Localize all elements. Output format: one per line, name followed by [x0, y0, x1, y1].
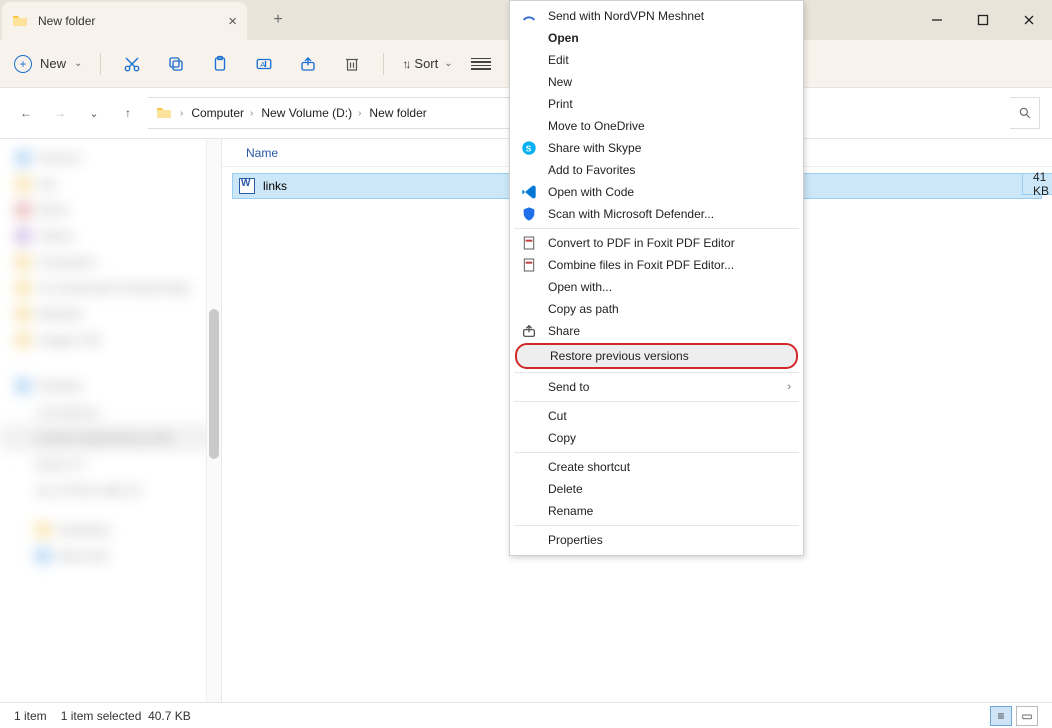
file-size: 41 KB — [1022, 173, 1052, 195]
sidebar-scrollbar[interactable] — [206, 139, 221, 708]
view-icon — [471, 58, 491, 70]
chevron-right-icon: › — [787, 381, 791, 393]
menu-separator — [514, 452, 799, 453]
menu-item-share[interactable]: Share — [510, 320, 803, 342]
icons-view-button[interactable]: ▭ — [1016, 706, 1038, 726]
breadcrumb-volume[interactable]: New Volume (D:)› — [261, 106, 361, 120]
chevron-right-icon: › — [250, 108, 253, 119]
up-button[interactable]: ↑ — [114, 99, 142, 127]
menu-item-print[interactable]: Print — [510, 93, 803, 115]
chevron-down-icon: ⌄ — [444, 58, 452, 69]
back-button[interactable]: ← — [12, 99, 40, 127]
selection-info: 1 item selected 40.7 KB — [61, 709, 191, 723]
column-name[interactable]: Name — [246, 146, 496, 160]
menu-item-cut[interactable]: Cut — [510, 405, 803, 427]
maximize-button[interactable] — [960, 0, 1006, 40]
shield-icon — [520, 205, 538, 223]
separator — [100, 53, 101, 75]
close-tab-icon[interactable]: × — [228, 14, 237, 29]
add-tab-button[interactable]: + — [260, 0, 296, 40]
chevron-right-icon: › — [180, 108, 183, 119]
menu-item-copy-as-path[interactable]: Copy as path — [510, 298, 803, 320]
word-doc-icon — [239, 178, 255, 194]
search-input[interactable] — [1010, 97, 1040, 129]
menu-separator — [514, 228, 799, 229]
menu-item-share-with-skype[interactable]: SShare with Skype — [510, 137, 803, 159]
context-menu: Send with NordVPN MeshnetOpenEditNewPrin… — [509, 0, 804, 556]
menu-separator — [514, 401, 799, 402]
menu-item-restore-previous-versions[interactable]: Restore previous versions — [515, 343, 798, 369]
window-tab[interactable]: New folder × — [2, 2, 247, 40]
status-bar: 1 item 1 item selected 40.7 KB ≡ ▭ — [0, 702, 1052, 728]
breadcrumb-folder[interactable]: New folder — [369, 106, 426, 120]
forward-button[interactable]: → — [46, 99, 74, 127]
menu-item-add-to-favorites[interactable]: Add to Favorites — [510, 159, 803, 181]
close-window-button[interactable] — [1006, 0, 1052, 40]
menu-item-open[interactable]: Open — [510, 27, 803, 49]
folder-icon — [156, 105, 172, 121]
details-view-button[interactable]: ≡ — [990, 706, 1012, 726]
folder-icon — [12, 13, 28, 29]
menu-item-convert-to-pdf-in-foxit-pdf-editor[interactable]: Convert to PDF in Foxit PDF Editor — [510, 232, 803, 254]
skype-icon: S — [520, 139, 538, 157]
sort-icon: ↑↓ — [402, 57, 408, 71]
separator — [383, 53, 384, 75]
delete-button[interactable] — [339, 51, 365, 77]
cut-button[interactable] — [119, 51, 145, 77]
menu-item-open-with-code[interactable]: Open with Code — [510, 181, 803, 203]
menu-item-copy[interactable]: Copy — [510, 427, 803, 449]
svg-text:A: A — [261, 60, 266, 69]
menu-item-rename[interactable]: Rename — [510, 500, 803, 522]
search-icon — [1018, 106, 1032, 120]
menu-item-new[interactable]: New — [510, 71, 803, 93]
recent-locations-button[interactable]: ⌄ — [80, 99, 108, 127]
menu-item-combine-files-in-foxit-pdf-editor[interactable]: Combine files in Foxit PDF Editor... — [510, 254, 803, 276]
file-name: links — [263, 179, 287, 193]
menu-item-edit[interactable]: Edit — [510, 49, 803, 71]
menu-separator — [514, 372, 799, 373]
breadcrumb-computer[interactable]: Computer› — [191, 106, 253, 120]
menu-item-delete[interactable]: Delete — [510, 478, 803, 500]
menu-item-properties[interactable]: Properties — [510, 529, 803, 551]
pdf2-icon — [520, 256, 538, 274]
menu-item-send-to[interactable]: Send to› — [510, 376, 803, 398]
menu-item-create-shortcut[interactable]: Create shortcut — [510, 456, 803, 478]
view-button[interactable] — [471, 58, 491, 70]
minimize-button[interactable] — [914, 0, 960, 40]
menu-item-open-with[interactable]: Open with... — [510, 276, 803, 298]
pdf-icon — [520, 234, 538, 252]
new-button[interactable]: + New ⌄ — [14, 55, 82, 73]
share-button[interactable] — [295, 51, 321, 77]
chevron-right-icon: › — [358, 108, 361, 119]
vscode-icon — [520, 183, 538, 201]
plus-icon: + — [14, 55, 32, 73]
svg-text:S: S — [526, 143, 532, 153]
chevron-down-icon: ⌄ — [74, 58, 82, 69]
nord-icon — [520, 7, 538, 25]
menu-item-move-to-onedrive[interactable]: Move to OneDrive — [510, 115, 803, 137]
sort-button[interactable]: ↑↓ Sort ⌄ — [402, 56, 452, 71]
item-count: 1 item — [14, 709, 47, 723]
share-icon — [520, 322, 538, 340]
menu-item-scan-with-microsoft-defender[interactable]: Scan with Microsoft Defender... — [510, 203, 803, 225]
paste-button[interactable] — [207, 51, 233, 77]
rename-button[interactable]: A — [251, 51, 277, 77]
navigation-pane[interactable]: Pictures abc Music Videos Computers 10-J… — [0, 139, 222, 708]
menu-item-send-with-nordvpn-meshnet[interactable]: Send with NordVPN Meshnet — [510, 5, 803, 27]
tab-title: New folder — [38, 14, 95, 28]
menu-separator — [514, 525, 799, 526]
copy-button[interactable] — [163, 51, 189, 77]
